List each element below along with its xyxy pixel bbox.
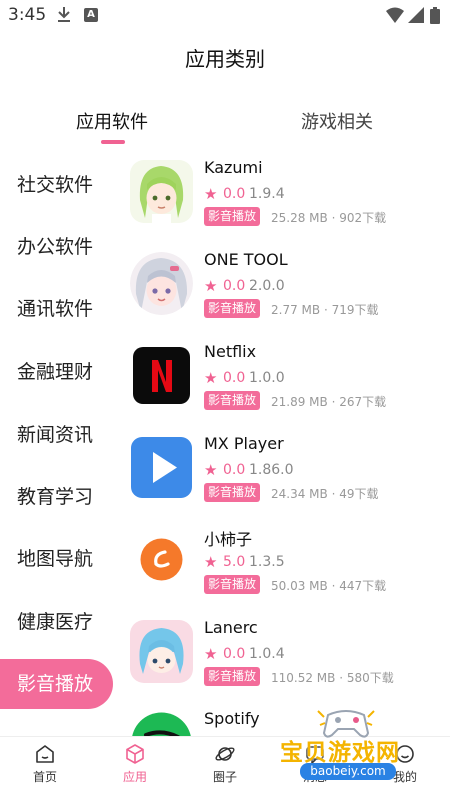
tab-games[interactable]: 游戏相关	[301, 108, 373, 134]
a-badge-icon: A	[84, 8, 98, 22]
watermark-title: 宝贝游戏网	[280, 740, 400, 766]
app-downloads: 49下载	[339, 487, 379, 501]
chibi-icon	[130, 620, 193, 683]
sidebar-item-news[interactable]: 新闻资讯	[0, 410, 113, 460]
meta-separator: ·	[327, 395, 340, 409]
app-version: 1.3.5	[249, 554, 285, 570]
app-downloads: 447下载	[339, 579, 387, 593]
app-meta: 110.52 MB · 580下载	[271, 669, 394, 686]
app-rating: 0.0	[223, 646, 246, 662]
app-name: Lanerc	[204, 618, 258, 637]
home-icon	[36, 745, 54, 763]
category-tag: 影音播放	[204, 667, 261, 686]
category-tag: 影音播放	[204, 575, 261, 594]
nav-circle[interactable]: 圈子	[195, 743, 255, 785]
app-version: 1.0.0	[249, 370, 285, 386]
sidebar-item-maps[interactable]: 地图导航	[0, 534, 113, 584]
nav-apps[interactable]: 应用	[105, 743, 165, 785]
app-meta: 21.89 MB · 267下载	[271, 393, 386, 410]
cube-icon	[126, 744, 144, 764]
app-name: Spotify	[204, 709, 260, 728]
app-downloads: 719下载	[331, 303, 379, 317]
watermark-url: baobeiy.com	[300, 763, 396, 780]
list-item[interactable]: MX Player ★ 0.0 1.86.0 影音播放 24.34 MB · 4…	[130, 434, 440, 516]
app-downloads: 580下载	[346, 671, 394, 685]
nav-home[interactable]: 首页	[15, 743, 75, 785]
status-time: 3:45	[8, 5, 47, 25]
app-size: 24.34 MB	[271, 487, 328, 501]
meta-separator: ·	[327, 579, 340, 593]
app-version: 1.9.4	[249, 186, 285, 202]
app-meta: 2.77 MB · 719下载	[271, 301, 378, 318]
app-rating: 0.0	[223, 462, 246, 478]
category-tag: 影音播放	[204, 483, 261, 502]
nav-label: 首页	[32, 770, 57, 784]
list-item[interactable]: 小柿子 ★ 5.0 1.3.5 影音播放 50.03 MB · 447下载	[130, 528, 440, 608]
tab-apps[interactable]: 应用软件	[76, 108, 148, 134]
persimmon-icon	[130, 528, 193, 591]
app-size: 21.89 MB	[271, 395, 328, 409]
signal-icon	[408, 7, 424, 23]
app-name: Netflix	[204, 342, 257, 361]
app-version: 2.0.0	[249, 278, 285, 294]
star-icon: ★	[204, 461, 218, 479]
app-version: 1.86.0	[249, 462, 294, 478]
app-rating: 0.0	[223, 186, 246, 202]
sidebar-item-finance[interactable]: 金融理财	[0, 347, 113, 397]
app-downloads: 902下载	[339, 211, 387, 225]
app-meta: 24.34 MB · 49下载	[271, 485, 379, 502]
nav-label: 应用	[122, 770, 147, 784]
list-item[interactable]: Netflix ★ 0.0 1.0.0 影音播放 21.89 MB · 267下…	[130, 342, 440, 424]
list-item[interactable]: Lanerc ★ 0.0 1.0.4 影音播放 110.52 MB · 580下…	[130, 618, 440, 700]
sidebar-item-communication[interactable]: 通讯软件	[0, 284, 113, 334]
sidebar-item-education[interactable]: 教育学习	[0, 472, 113, 522]
meta-separator: ·	[327, 487, 340, 501]
tab-active-indicator	[101, 140, 125, 144]
anime-avatar-icon	[130, 252, 193, 315]
app-meta: 25.28 MB · 902下载	[271, 209, 386, 226]
app-rating: 5.0	[223, 554, 246, 570]
status-bar: 3:45 A	[0, 0, 450, 32]
star-icon: ★	[204, 553, 218, 571]
list-item[interactable]: ONE TOOL ★ 0.0 2.0.0 影音播放 2.77 MB · 719下…	[130, 250, 440, 332]
sidebar-item-media[interactable]: 影音播放	[0, 659, 113, 709]
anime-girl-icon	[130, 160, 193, 223]
meta-separator: ·	[320, 303, 332, 317]
netflix-icon	[133, 347, 190, 404]
app-name: MX Player	[204, 434, 284, 453]
page-title: 应用类别	[185, 47, 265, 71]
meta-separator: ·	[335, 671, 347, 685]
app-size: 2.77 MB	[271, 303, 321, 317]
category-tag: 影音播放	[204, 391, 261, 410]
sidebar-item-social[interactable]: 社交软件	[0, 160, 113, 210]
app-name: Kazumi	[204, 158, 263, 177]
app-version: 1.0.4	[249, 646, 285, 662]
nav-label: 圈子	[212, 770, 237, 784]
sidebar-item-health[interactable]: 健康医疗	[0, 597, 113, 647]
app-size: 50.03 MB	[271, 579, 328, 593]
star-icon: ★	[204, 645, 218, 663]
planet-icon	[215, 747, 235, 761]
app-size: 110.52 MB	[271, 671, 336, 685]
meta-separator: ·	[327, 211, 340, 225]
star-icon: ★	[204, 369, 218, 387]
watermark: 宝贝游戏网 baobeiy.com	[270, 705, 430, 785]
download-icon	[58, 7, 70, 22]
wifi-icon	[386, 7, 404, 23]
app-rating: 0.0	[223, 370, 246, 386]
app-name: ONE TOOL	[204, 250, 288, 269]
star-icon: ★	[204, 185, 218, 203]
app-downloads: 267下载	[339, 395, 387, 409]
app-rating: 0.0	[223, 278, 246, 294]
battery-icon	[430, 7, 440, 24]
list-item[interactable]: Kazumi ★ 0.0 1.9.4 影音播放 25.28 MB · 902下载	[130, 158, 440, 240]
category-tag: 影音播放	[204, 207, 261, 226]
play-icon	[131, 437, 192, 498]
app-name: 小柿子	[204, 530, 253, 549]
sidebar-item-office[interactable]: 办公软件	[0, 222, 113, 272]
app-size: 25.28 MB	[271, 211, 328, 225]
category-tag: 影音播放	[204, 299, 261, 318]
app-meta: 50.03 MB · 447下载	[271, 577, 386, 594]
star-icon: ★	[204, 277, 218, 295]
